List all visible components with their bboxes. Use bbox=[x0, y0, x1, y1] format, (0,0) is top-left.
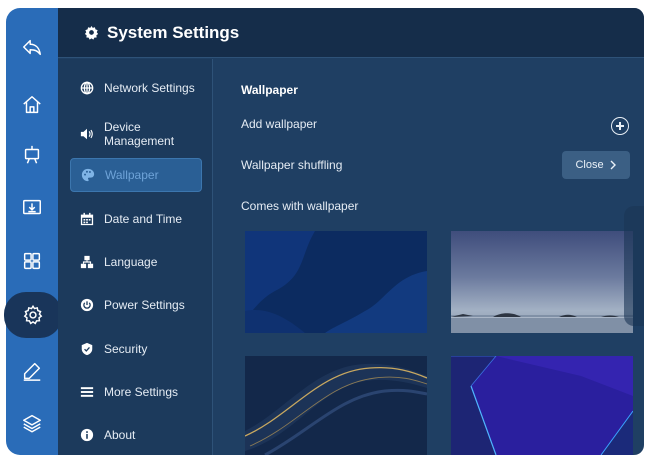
settings-window: System Settings Network Settings Device … bbox=[58, 8, 644, 455]
nav-label: Device Management bbox=[104, 120, 175, 148]
shuffle-value: Close bbox=[575, 159, 604, 171]
nav-label: Date and Time bbox=[104, 212, 183, 226]
gear-icon bbox=[23, 304, 43, 325]
wallpaper-shuffling-select[interactable]: Close bbox=[562, 151, 630, 179]
info-icon bbox=[80, 428, 94, 442]
layers-button[interactable] bbox=[6, 400, 58, 446]
whiteboard-button[interactable] bbox=[6, 132, 58, 178]
nav-item-network-settings[interactable]: Network Settings bbox=[70, 71, 202, 105]
nav-item-language[interactable]: Language bbox=[70, 245, 202, 279]
language-icon bbox=[80, 255, 94, 269]
annotate-button[interactable] bbox=[6, 348, 58, 394]
wallpaper-panel: Wallpaper Add wallpaper Wallpaper shuffl… bbox=[214, 59, 644, 455]
add-wallpaper-button[interactable] bbox=[611, 117, 629, 135]
wallpaper-thumbnail-violet-geometric[interactable] bbox=[451, 356, 633, 455]
nav-label: Network Settings bbox=[104, 81, 195, 95]
nav-item-about[interactable]: About bbox=[70, 418, 202, 452]
wallpaper-image bbox=[245, 356, 427, 455]
back-button[interactable] bbox=[6, 24, 58, 70]
speaker-icon bbox=[80, 128, 93, 140]
builtin-wallpaper-label: Comes with wallpaper bbox=[241, 199, 359, 213]
grid-icon bbox=[23, 252, 41, 270]
home-button[interactable] bbox=[6, 82, 58, 128]
settings-nav: Network Settings Device Management Wallp… bbox=[58, 59, 213, 455]
pen-icon bbox=[23, 362, 41, 381]
screen: System Settings Network Settings Device … bbox=[0, 0, 647, 457]
layers-icon bbox=[23, 414, 41, 433]
wallpaper-image bbox=[245, 231, 427, 333]
wallpaper-thumbnail-dark-blue-abstract[interactable] bbox=[245, 231, 427, 333]
nav-item-more-settings[interactable]: More Settings bbox=[70, 375, 202, 409]
nav-label: About bbox=[104, 428, 136, 442]
nav-label: Language bbox=[104, 255, 158, 269]
side-dock bbox=[4, 8, 62, 455]
window-title: System Settings bbox=[107, 22, 240, 42]
nav-item-security[interactable]: Security bbox=[70, 332, 202, 366]
wallpaper-shuffling-label: Wallpaper shuffling bbox=[241, 158, 343, 172]
chevron-right-icon bbox=[610, 160, 616, 170]
globe-icon bbox=[80, 81, 94, 95]
nav-item-wallpaper[interactable]: Wallpaper bbox=[70, 158, 202, 192]
power-icon bbox=[80, 298, 94, 312]
calendar-icon bbox=[80, 212, 94, 226]
menu-icon bbox=[80, 387, 94, 397]
back-icon bbox=[23, 39, 41, 56]
section-title: Wallpaper bbox=[241, 83, 298, 97]
add-wallpaper-label: Add wallpaper bbox=[241, 117, 318, 131]
apps-button[interactable] bbox=[6, 238, 58, 284]
wallpaper-thumbnail-lake-dusk[interactable] bbox=[451, 231, 633, 333]
wallpaper-image bbox=[451, 356, 633, 455]
home-icon bbox=[23, 96, 41, 114]
nav-item-power-settings[interactable]: Power Settings bbox=[70, 288, 202, 322]
easel-icon bbox=[24, 145, 40, 164]
nav-label: Security bbox=[104, 342, 148, 356]
edge-handle[interactable] bbox=[624, 206, 644, 326]
gear-icon bbox=[84, 25, 99, 40]
wallpaper-image bbox=[451, 313, 633, 333]
palette-icon bbox=[81, 168, 95, 182]
wallpaper-thumbnail-gold-waves[interactable] bbox=[245, 356, 427, 455]
nav-item-date-and-time[interactable]: Date and Time bbox=[70, 202, 202, 236]
nav-item-device-management[interactable]: Device Management bbox=[70, 114, 202, 154]
nav-label: Wallpaper bbox=[105, 168, 159, 182]
settings-button[interactable] bbox=[4, 292, 62, 338]
nav-label: More Settings bbox=[104, 385, 179, 399]
shield-icon bbox=[81, 342, 93, 356]
title-bar: System Settings bbox=[58, 8, 644, 58]
nav-label: Power Settings bbox=[104, 298, 185, 312]
download-screen-icon bbox=[23, 199, 41, 215]
screen-share-button[interactable] bbox=[6, 185, 58, 231]
